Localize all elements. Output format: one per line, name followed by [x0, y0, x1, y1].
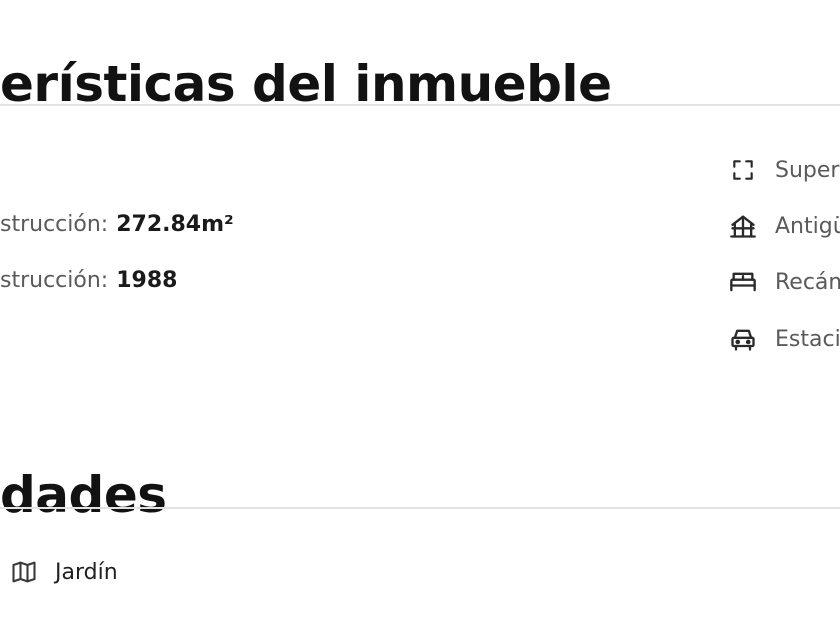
- feature-label: Antigü: [775, 213, 840, 239]
- amenity-label: Jardín: [55, 559, 118, 585]
- feature-item-parking: Estaci: [728, 323, 840, 355]
- construction-year-field: strucción: 1988: [0, 266, 177, 296]
- field-value: 272.84m²: [116, 212, 234, 237]
- bed-icon: [728, 267, 758, 297]
- feature-item-age: Antigü: [728, 210, 840, 242]
- field-label: strucción:: [0, 212, 109, 237]
- field-value: 1988: [116, 268, 178, 293]
- feature-item-surface: Super: [728, 154, 839, 186]
- field-label: strucción:: [0, 268, 109, 293]
- section-divider: [0, 507, 840, 509]
- feature-label: Estaci: [775, 326, 840, 352]
- section-divider: [0, 104, 840, 106]
- amenity-item-garden: Jardín: [8, 556, 118, 588]
- car-icon: [728, 324, 758, 354]
- feature-label: Super: [775, 157, 840, 183]
- section-title-amenities: dades: [0, 465, 167, 524]
- house-structure-icon: [728, 211, 758, 241]
- property-details-page: erísticas del inmueble strucción: 272.84m…: [0, 0, 840, 630]
- construction-area-field: strucción: 272.84m²: [0, 210, 234, 240]
- expand-icon: [728, 155, 758, 185]
- feature-label: Recám: [775, 269, 840, 295]
- section-title-features: erísticas del inmueble: [0, 54, 612, 113]
- feature-item-bedrooms: Recám: [728, 266, 840, 298]
- garden-map-icon: [8, 556, 40, 588]
